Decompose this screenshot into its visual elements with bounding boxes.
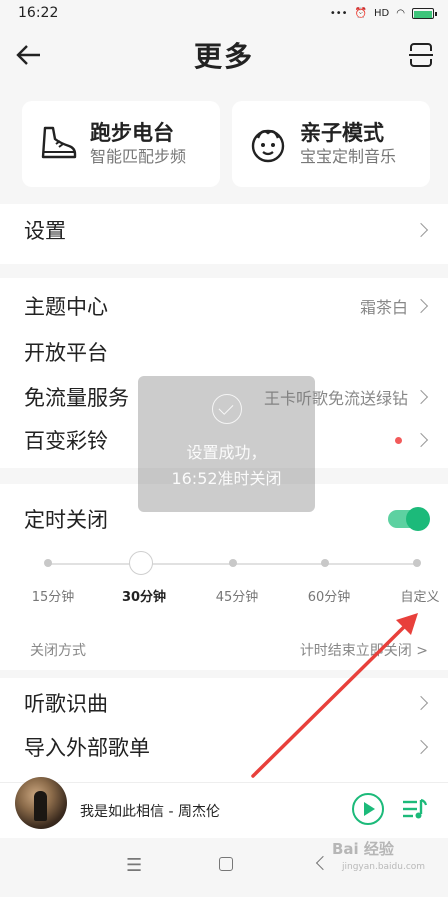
signal-icon: HD [374,7,390,19]
mini-player[interactable]: 我是如此相信 - 周杰伦 [0,777,448,838]
list-item-label: 主题中心 [24,295,108,319]
playlist-icon[interactable] [400,795,428,823]
back-arrow-icon[interactable] [14,40,44,70]
card-parent-child-mode[interactable]: 亲子模式 宝宝定制音乐 [232,101,430,187]
watermark: Bai 经验 jingyan.baidu.com [332,840,425,876]
status-icons: ••• ⏰ HD ◠ [329,7,437,19]
list-item-value: 霜茶白 [359,298,408,317]
card-running-radio[interactable]: 跑步电台 智能匹配步频 [22,101,220,187]
battery-level [414,10,432,18]
wifi-icon: ◠ [396,7,405,19]
running-shoe-icon [41,126,77,159]
card-title: 跑步电台 [90,121,174,145]
menu-icon[interactable]: ☰ [126,855,142,876]
nav-back-icon[interactable] [315,855,331,871]
timer-option-60[interactable]: 60分钟 [289,586,369,605]
list-item-label: 开放平台 [24,341,108,365]
play-button[interactable] [352,793,384,825]
toast: 设置成功， 16:52准时关闭 [138,376,315,512]
chevron-right-icon [413,222,429,238]
card-subtitle: 智能匹配步频 [90,147,187,166]
more-section: 听歌识曲 导入外部歌单 [0,678,448,782]
page-title: 更多 [193,40,254,73]
timer-option-45[interactable]: 45分钟 [197,586,277,605]
baby-face-icon [251,129,285,163]
settings-label: 设置 [24,219,66,243]
list-item-label: 导入外部歌单 [24,736,150,760]
scan-icon[interactable] [406,40,436,70]
album-art[interactable] [15,777,67,829]
timer-option-30[interactable]: 30分钟 [104,586,184,605]
toast-line-1: 设置成功， [186,443,267,462]
check-icon [211,394,242,424]
more-dots-icon: ••• [329,7,348,19]
song-title: 我是如此相信 - 周杰伦 [80,804,220,820]
settings-row[interactable]: 设置 [0,208,448,252]
slider-stop[interactable] [321,559,329,567]
slider-stop[interactable] [229,559,237,567]
list-item-label: 听歌识曲 [24,692,108,716]
status-bar: 16:22 ••• ⏰ HD ◠ [0,0,448,26]
slider-stop[interactable] [44,559,52,567]
list-item-import-playlist[interactable]: 导入外部歌单 [0,725,448,769]
toggle-knob [406,507,430,531]
settings-section: 设置 [0,204,448,264]
card-title: 亲子模式 [300,121,384,145]
timer-toggle[interactable] [388,507,430,531]
timer-slider-thumb[interactable] [129,551,153,575]
header: 更多 [0,26,448,84]
close-mode-value[interactable]: 计时结束立即关闭 > [300,640,428,660]
list-item-theme-center[interactable]: 主题中心 霜茶白 [0,284,448,328]
chevron-right-icon [413,389,429,405]
toast-line-2: 16:52准时关闭 [171,469,282,488]
chevron-right-icon [413,739,429,755]
close-mode-label: 关闭方式 [30,643,86,659]
timer-option-15[interactable]: 15分钟 [13,586,93,605]
card-subtitle: 宝宝定制音乐 [300,147,397,166]
chevron-right-icon [413,432,429,448]
alarm-icon: ⏰ [354,7,368,19]
new-badge-dot [395,436,402,444]
list-item-open-platform[interactable]: 开放平台 [0,330,448,374]
list-item-song-recognition[interactable]: 听歌识曲 [0,681,448,725]
watermark-sub: jingyan.baidu.com [342,862,426,872]
home-icon[interactable] [219,857,233,871]
battery-icon [412,7,437,19]
timer-option-custom[interactable]: 自定义 [380,586,448,605]
status-time: 16:22 [18,5,59,21]
slider-stop[interactable] [413,559,421,567]
chevron-right-icon [413,298,429,314]
chevron-right-icon [413,695,429,711]
watermark-text: Bai 经验 [332,840,394,858]
